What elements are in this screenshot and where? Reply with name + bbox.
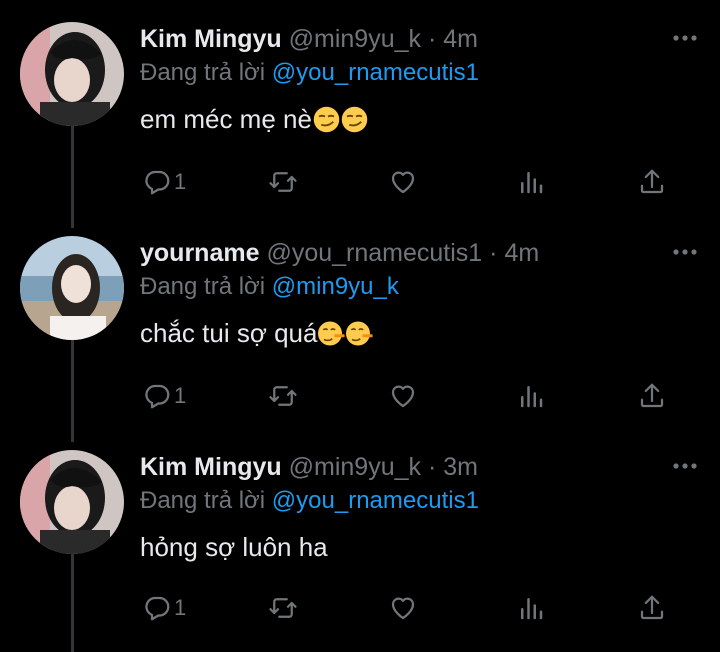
tweet-header: Kim Mingyu @min9yu_k · 3m [140, 450, 700, 484]
heart-icon [391, 385, 415, 408]
tweet-3[interactable]: Kim Mingyu @min9yu_k · 3m Đang trả lời @… [0, 450, 720, 650]
reply-context: Đang trả lời @you_rnamecutis1 [140, 484, 700, 518]
timestamp[interactable]: 4m [504, 239, 539, 267]
reply-button[interactable]: 1 [142, 588, 186, 628]
timestamp[interactable]: 4m [443, 25, 478, 53]
tweet-text-body: hỏng sợ luôn ha [140, 532, 328, 562]
heart-icon [391, 171, 415, 194]
tweet-header: Kim Mingyu @min9yu_k · 4m [140, 22, 700, 56]
reply-count: 1 [174, 595, 187, 620]
views-button[interactable] [516, 376, 546, 416]
lying-face-icon [318, 321, 346, 346]
tweet-text-body: chắc tui sợ quá [140, 318, 318, 348]
author-handle[interactable]: @min9yu_k [289, 453, 421, 481]
more-horizontal-icon[interactable] [670, 240, 700, 264]
reply-bubble-icon [145, 596, 170, 621]
like-button[interactable] [388, 588, 418, 628]
share-upload-icon [640, 169, 664, 194]
author-name[interactable]: yourname [140, 239, 259, 267]
action-bar: 1 [140, 162, 680, 202]
reply-button[interactable]: 1 [142, 162, 186, 202]
action-bar: 1 [140, 376, 680, 416]
author-name[interactable]: Kim Mingyu [140, 453, 282, 481]
reply-bubble-icon [145, 170, 170, 195]
tweet-text: chắc tui sợ quá [140, 316, 700, 350]
reply-context: Đang trả lời @min9yu_k [140, 270, 700, 304]
lying-face-icon [346, 321, 374, 346]
avatar-photo-icon [20, 450, 124, 554]
separator-dot: · [489, 239, 498, 267]
share-button[interactable] [637, 376, 667, 416]
share-upload-icon [640, 595, 664, 620]
share-button[interactable] [637, 162, 667, 202]
reply-prefix: Đang trả lời [140, 273, 266, 300]
avatar-photo-icon [20, 236, 124, 340]
analytics-bars-icon [521, 172, 543, 194]
more-horizontal-icon[interactable] [670, 26, 700, 50]
reply-button[interactable]: 1 [142, 376, 186, 416]
reply-mention-link[interactable]: @you_rnamecutis1 [272, 59, 479, 86]
action-bar: 1 [140, 588, 680, 628]
reply-context: Đang trả lời @you_rnamecutis1 [140, 56, 700, 90]
timestamp[interactable]: 3m [443, 453, 478, 481]
reply-prefix: Đang trả lời [140, 487, 266, 514]
reply-count: 1 [174, 383, 187, 408]
share-upload-icon [640, 383, 664, 408]
like-button[interactable] [388, 162, 418, 202]
tweet-1[interactable]: Kim Mingyu @min9yu_k · 4m Đang trả lời @… [0, 22, 720, 222]
more-horizontal-icon[interactable] [670, 454, 700, 478]
heart-icon [391, 597, 415, 620]
analytics-bars-icon [521, 386, 543, 408]
like-button[interactable] [388, 376, 418, 416]
reply-count: 1 [174, 169, 187, 194]
avatar[interactable] [20, 450, 124, 554]
avatar[interactable] [20, 22, 124, 126]
author-name[interactable]: Kim Mingyu [140, 25, 282, 53]
separator-dot: · [427, 453, 437, 481]
tweet-text: hỏng sợ luôn ha [140, 530, 700, 564]
views-button[interactable] [516, 162, 546, 202]
tweet-header: yourname @you_rnamecutis1 · 4m [140, 236, 700, 270]
author-handle[interactable]: @you_rnamecutis1 [266, 239, 482, 267]
reply-mention-link[interactable]: @you_rnamecutis1 [272, 487, 479, 514]
retweet-icon [269, 386, 297, 406]
retweet-icon [269, 172, 297, 192]
retweet-button[interactable] [268, 588, 298, 628]
retweet-button[interactable] [268, 376, 298, 416]
reply-bubble-icon [145, 384, 170, 409]
separator-dot: · [427, 25, 437, 53]
reply-prefix: Đang trả lời [140, 59, 266, 86]
tweet-text: em méc mẹ nè [140, 102, 700, 136]
tweet-2[interactable]: yourname @you_rnamecutis1 · 4m Đang trả … [0, 236, 720, 436]
retweet-button[interactable] [268, 162, 298, 202]
smirking-face-icon [341, 106, 368, 133]
avatar-photo-icon [20, 22, 124, 126]
share-button[interactable] [637, 588, 667, 628]
avatar[interactable] [20, 236, 124, 340]
author-handle[interactable]: @min9yu_k [289, 25, 421, 53]
smirking-face-icon [313, 106, 340, 133]
analytics-bars-icon [521, 598, 543, 620]
retweet-icon [269, 598, 297, 618]
views-button[interactable] [516, 588, 546, 628]
tweet-text-body: em méc mẹ nè [140, 104, 312, 134]
reply-mention-link[interactable]: @min9yu_k [272, 273, 399, 300]
